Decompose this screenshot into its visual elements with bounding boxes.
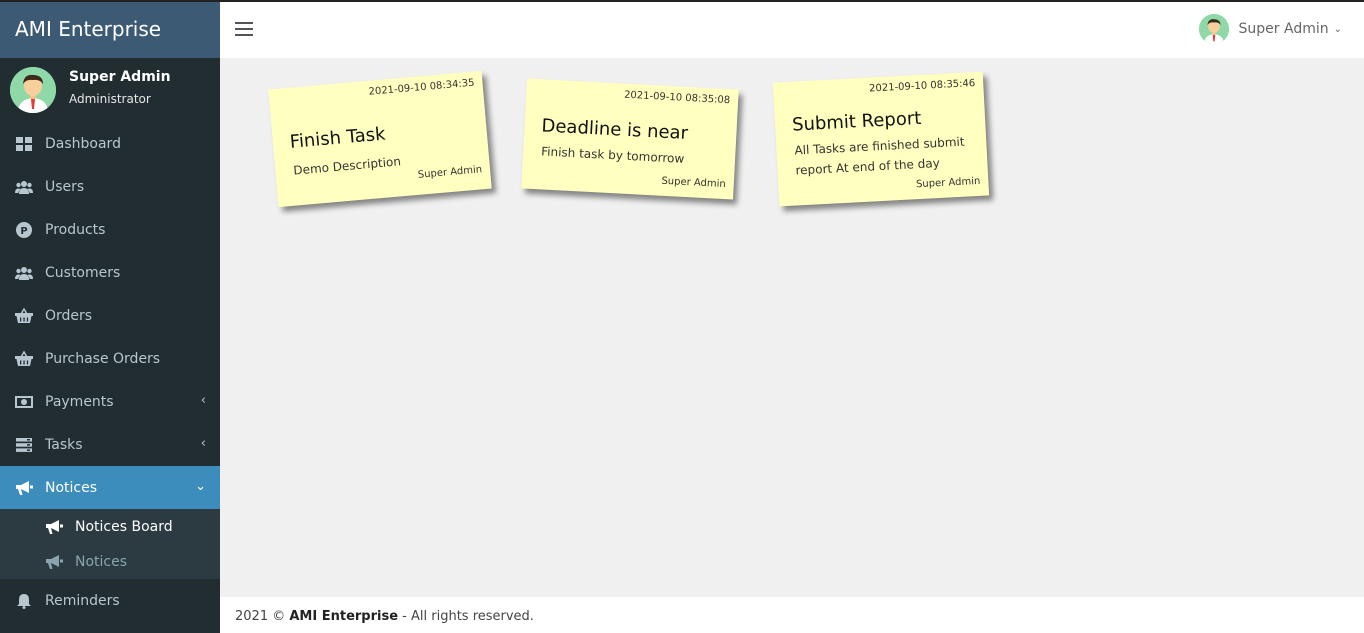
- basket-icon: [15, 307, 33, 325]
- sidebar-item-payments[interactable]: Payments ‹: [0, 380, 220, 423]
- megaphone-icon: [45, 554, 63, 570]
- notice-title: Submit Report: [791, 107, 922, 136]
- svg-text:P: P: [20, 226, 27, 237]
- sidebar-item-label: Users: [45, 178, 85, 195]
- user-panel: Super Admin Administrator: [0, 58, 220, 122]
- bell-icon: [15, 592, 33, 610]
- notice-author: Super Admin: [915, 175, 981, 191]
- sidebar-item-label: Orders: [45, 307, 93, 324]
- sidebar-item-label: Customers: [45, 264, 121, 281]
- avatar: [10, 67, 56, 113]
- footer: 2021 © AMI Enterprise - All rights reser…: [220, 597, 1364, 633]
- notice-date: 2021-09-10 08:35:46: [868, 78, 976, 95]
- chevron-down-icon: ⌄: [1333, 23, 1342, 35]
- notice-date: 2021-09-10 08:35:08: [623, 89, 731, 107]
- sidebar-item-label: Reminders: [45, 592, 120, 609]
- notice-description: Demo Description: [292, 154, 402, 178]
- window-top-border: [0, 0, 1364, 2]
- sidebar-item-label: Purchase Orders: [45, 350, 161, 367]
- notice-card[interactable]: 2021-09-10 08:35:46 Submit Report All Ta…: [772, 71, 990, 207]
- sidebar-item-label: Dashboard: [45, 135, 121, 152]
- product-icon: P: [15, 221, 33, 239]
- notice-date: 2021-09-10 08:34:35: [368, 77, 475, 98]
- user-name: Super Admin: [69, 69, 171, 85]
- notices-board: 2021-09-10 08:34:35 Finish Task Demo Des…: [220, 58, 1364, 597]
- sidebar-menu: Dashboard Users P Products Customers Ord…: [0, 122, 220, 622]
- sidebar-item-label: Notices: [45, 479, 98, 496]
- sidebar-item-label: Notices Board: [75, 518, 173, 535]
- menu-toggle-icon[interactable]: [235, 22, 253, 38]
- sidebar-item-reminders[interactable]: Reminders: [0, 579, 220, 622]
- avatar: [1198, 14, 1229, 44]
- sidebar: AMI Enterprise Super Admin Administrator…: [0, 0, 220, 633]
- footer-rights: - All rights reserved.: [402, 609, 534, 624]
- sidebar-item-label: Products: [45, 221, 106, 238]
- notice-author: Super Admin: [417, 164, 483, 181]
- sidebar-item-notices-list[interactable]: Notices: [0, 544, 220, 579]
- sidebar-item-notices[interactable]: Notices ⌄: [0, 466, 220, 509]
- users-icon: [15, 178, 33, 196]
- sidebar-item-users[interactable]: Users: [0, 165, 220, 208]
- sidebar-item-label: Tasks: [45, 436, 83, 453]
- megaphone-icon: [15, 479, 33, 497]
- basket-icon: [15, 350, 33, 368]
- notice-title: Finish Task: [289, 123, 387, 153]
- dashboard-icon: [15, 135, 33, 153]
- sidebar-item-purchase-orders[interactable]: Purchase Orders: [0, 337, 220, 380]
- notices-submenu: Notices Board Notices: [0, 509, 220, 579]
- notice-title: Deadline is near: [541, 115, 689, 145]
- brand-logo[interactable]: AMI Enterprise: [0, 0, 220, 58]
- notice-description: Finish task by tomorrow: [540, 144, 685, 166]
- user-menu-dropdown[interactable]: Super Admin ⌄: [1198, 14, 1342, 44]
- notice-card[interactable]: 2021-09-10 08:34:35 Finish Task Demo Des…: [268, 70, 492, 208]
- notice-card[interactable]: 2021-09-10 08:35:08 Deadline is near Fin…: [521, 78, 739, 200]
- notice-author: Super Admin: [661, 175, 727, 191]
- header-user-name: Super Admin: [1238, 21, 1329, 37]
- sidebar-item-label: Payments: [45, 393, 114, 410]
- sidebar-item-dashboard[interactable]: Dashboard: [0, 122, 220, 165]
- sidebar-item-label: Notices: [75, 553, 128, 570]
- top-navbar: Super Admin ⌄: [220, 2, 1364, 58]
- sidebar-item-orders[interactable]: Orders: [0, 294, 220, 337]
- sidebar-item-products[interactable]: P Products: [0, 208, 220, 251]
- footer-company[interactable]: AMI Enterprise: [289, 609, 398, 624]
- customers-icon: [15, 264, 33, 282]
- tasks-icon: [15, 436, 33, 454]
- chevron-down-icon: ⌄: [195, 479, 206, 494]
- chevron-left-icon: ‹: [200, 393, 206, 408]
- money-icon: [15, 393, 33, 411]
- sidebar-item-tasks[interactable]: Tasks ‹: [0, 423, 220, 466]
- sidebar-item-notices-board[interactable]: Notices Board: [0, 509, 220, 544]
- footer-year: 2021 ©: [235, 609, 286, 624]
- notice-description: All Tasks are finished submit report At …: [794, 134, 965, 178]
- sidebar-item-customers[interactable]: Customers: [0, 251, 220, 294]
- chevron-left-icon: ‹: [200, 436, 206, 451]
- user-role: Administrator: [69, 92, 151, 106]
- megaphone-icon: [45, 519, 63, 535]
